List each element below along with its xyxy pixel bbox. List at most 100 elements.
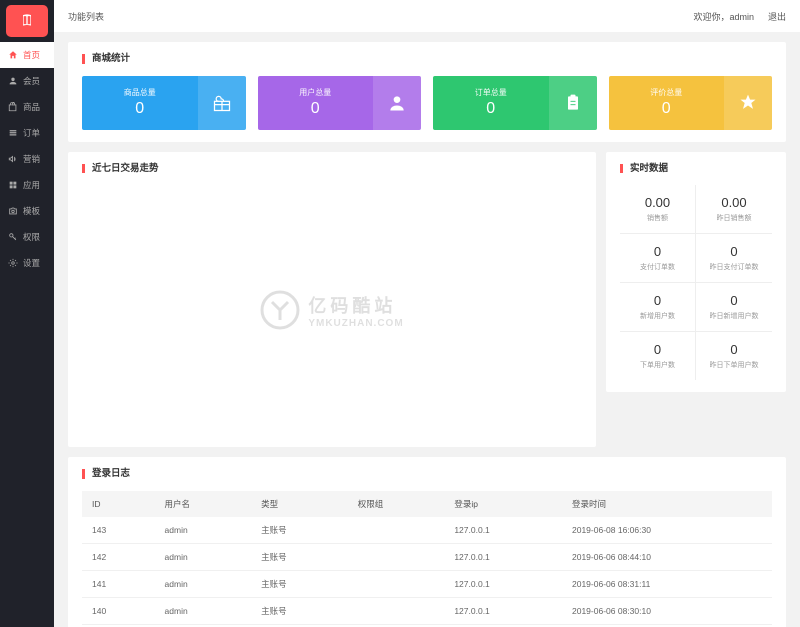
table-header: 类型 [251,491,348,517]
sidebar-item-home[interactable]: 首页 [0,42,54,68]
table-cell: 142 [82,543,155,570]
log-body: 143admin主账号127.0.0.12019-06-08 16:06:301… [82,517,772,627]
table-header: 用户名 [155,491,252,517]
logout-button[interactable]: 退出 [768,10,786,23]
sidebar-item-key[interactable]: 权限 [0,224,54,250]
watermark-logo-icon [260,290,300,330]
table-cell [348,543,445,570]
realtime-cell: 0新增用户数 [620,283,696,332]
stat-label: 商品总量 [82,87,198,98]
realtime-label: 昨日新增用户数 [700,311,768,321]
list-icon [8,128,18,138]
table-cell: 141 [82,570,155,597]
home-icon [8,50,18,60]
table-header: 登录ip [444,491,562,517]
table-cell [348,517,445,544]
clipboard-icon [549,76,597,130]
log-header-row: ID用户名类型权限组登录ip登录时间 [82,491,772,517]
stats-row: 商品总量0用户总量0订单总量0评价总量0 [82,76,772,130]
sidebar-item-label: 设置 [23,257,40,269]
table-cell: 主账号 [251,570,348,597]
log-title: 登录日志 [82,469,772,479]
table-row: 143admin主账号127.0.0.12019-06-08 16:06:30 [82,517,772,544]
realtime-cell: 0.00销售额 [620,185,696,234]
welcome-text: 欢迎你，admin [693,10,754,23]
page-title: 功能列表 [68,10,104,23]
user-icon [8,76,18,86]
sidebar-item-user[interactable]: 会员 [0,68,54,94]
table-row: 142admin主账号127.0.0.12019-06-06 08:44:10 [82,543,772,570]
topbar: 功能列表 欢迎你，admin 退出 [54,0,800,32]
gear-icon [8,258,18,268]
sidebar-nav: 首页会员商品订单营销应用模板权限设置 [0,42,54,276]
sidebar: 首页会员商品订单营销应用模板权限设置 [0,0,54,627]
realtime-value: 0 [624,342,691,357]
stat-card-person[interactable]: 用户总量0 [258,76,422,130]
table-header: ID [82,491,155,517]
table-cell [348,597,445,624]
sidebar-item-app[interactable]: 应用 [0,172,54,198]
realtime-label: 支付订单数 [624,262,691,272]
realtime-cell: 0 昨日新增用户数 [696,283,772,332]
sidebar-item-label: 订单 [23,127,40,139]
realtime-label: 昨日下单用户数 [700,360,768,370]
table-cell: 140 [82,597,155,624]
realtime-cell: 0下单用户数 [620,332,696,380]
stat-card-clipboard[interactable]: 订单总量0 [433,76,597,130]
stat-label: 用户总量 [258,87,374,98]
sidebar-item-label: 会员 [23,75,40,87]
main: 功能列表 欢迎你，admin 退出 商城统计 商品总量0用户总量0订单总量0评价… [54,0,800,627]
sidebar-item-label: 应用 [23,179,40,191]
table-header: 权限组 [348,491,445,517]
gift-icon [198,76,246,130]
stat-card-star[interactable]: 评价总量0 [609,76,773,130]
realtime-value: 0.00 [700,195,768,210]
sidebar-item-label: 商品 [23,101,40,113]
realtime-value: 0 [700,293,768,308]
table-row: 141admin主账号127.0.0.12019-06-06 08:31:11 [82,570,772,597]
stats-panel: 商城统计 商品总量0用户总量0订单总量0评价总量0 [68,42,786,142]
table-cell: 2019-06-08 16:06:30 [562,517,772,544]
table-row: 140admin主账号 127.0.0.12019-06-06 08:30:10 [82,597,772,624]
sidebar-item-speaker[interactable]: 营销 [0,146,54,172]
trend-chart: 亿码酷站 YMKUZHAN.COM [82,185,582,435]
table-cell: 2019-06-06 08:30:10 [562,597,772,624]
sidebar-item-label: 模板 [23,205,40,217]
stat-card-gift[interactable]: 商品总量0 [82,76,246,130]
sidebar-item-label: 首页 [23,49,40,61]
sidebar-item-gear[interactable]: 设置 [0,250,54,276]
realtime-cell: 0昨日支付订单数 [696,234,772,283]
camera-icon [8,206,18,216]
bag-icon [8,102,18,112]
table-cell: 127.0.0.1 [444,597,562,624]
table-cell [348,570,445,597]
table-cell: 主账号 [251,543,348,570]
table-cell: 主账号 [251,517,348,544]
speaker-icon [8,154,18,164]
realtime-cell: 0.00 昨日销售额 [696,185,772,234]
realtime-cell: 0昨日下单用户数 [696,332,772,380]
table-cell: 主账号 [251,597,348,624]
stat-label: 评价总量 [609,87,725,98]
star-icon [724,76,772,130]
trend-title: 近七日交易走势 [82,164,582,174]
table-cell: admin [155,597,252,624]
log-panel: 登录日志 ID用户名类型权限组登录ip登录时间 143admin主账号127.0… [68,457,786,627]
sidebar-item-bag[interactable]: 商品 [0,94,54,120]
realtime-title: 实时数据 [620,164,772,174]
table-cell: admin [155,517,252,544]
sidebar-item-list[interactable]: 订单 [0,120,54,146]
stats-title: 商城统计 [82,54,772,64]
trend-panel: 近七日交易走势 亿码酷站 YMKUZHAN.COM [68,152,596,448]
table-cell: 2019-06-06 08:44:10 [562,543,772,570]
table-cell: 127.0.0.1 [444,543,562,570]
stat-value: 0 [433,100,549,118]
realtime-panel: 实时数据 0.00销售额 0.00 昨日销售额 0 支付订单数 0昨日支付订单数0新增用户… [606,152,786,393]
sidebar-item-camera[interactable]: 模板 [0,198,54,224]
logo[interactable] [6,5,48,37]
realtime-label: 销售额 [624,213,691,223]
person-icon [373,76,421,130]
realtime-label: 昨日销售额 [700,213,768,223]
realtime-grid: 0.00销售额 0.00 昨日销售额 0 支付订单数 0昨日支付订单数0新增用户数 0 昨日新… [620,185,772,380]
table-header: 登录时间 [562,491,772,517]
